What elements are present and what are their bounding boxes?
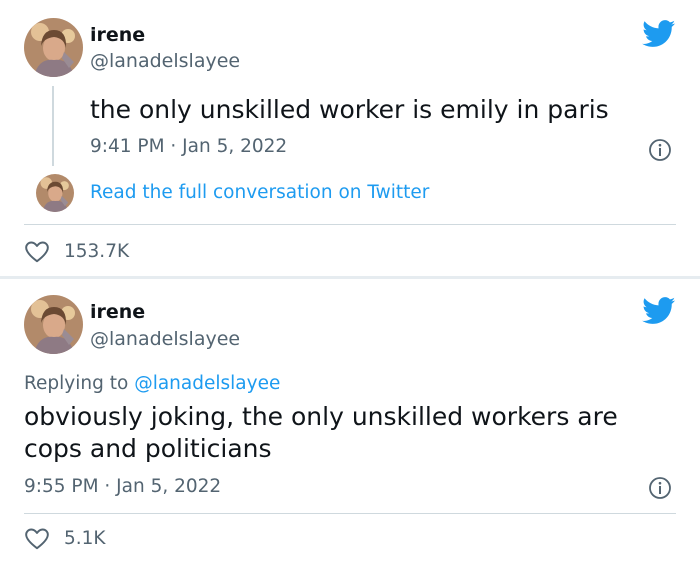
read-conversation-link[interactable]: Read the full conversation on Twitter [90,182,429,203]
author-handle[interactable]: @lanadelslayee [90,50,240,72]
replying-prefix: Replying to [24,373,129,394]
tweet-card: irene @lanadelslayee the only unskilled … [0,0,700,276]
author-name[interactable]: irene [90,24,145,46]
tweet-card: irene @lanadelslayee Replying to @lanade… [0,279,700,566]
twitter-bird-icon[interactable] [642,297,676,325]
twitter-bird-icon[interactable] [642,20,676,48]
heart-icon[interactable] [24,526,50,552]
tweet-timestamp[interactable]: 9:41 PM · Jan 5, 2022 [90,136,287,157]
info-icon[interactable] [648,138,672,162]
avatar[interactable] [24,295,83,354]
tweet-text-line-1: obviously joking, the only unskilled wor… [24,402,618,431]
mention-link[interactable]: @lanadelslayee [134,373,280,394]
author-name[interactable]: irene [90,301,145,323]
tweet-text-line-2: cops and politicians [24,434,272,463]
divider [24,513,676,514]
author-handle[interactable]: @lanadelslayee [90,328,240,350]
like-count[interactable]: 153.7K [64,241,129,262]
info-icon[interactable] [648,476,672,500]
divider [24,224,676,225]
heart-icon[interactable] [24,239,50,265]
thread-line [52,86,54,166]
tweet-text: the only unskilled worker is emily in pa… [90,95,609,124]
tweet-timestamp[interactable]: 9:55 PM · Jan 5, 2022 [24,476,221,497]
avatar[interactable] [24,18,83,77]
avatar[interactable] [36,174,74,212]
like-count[interactable]: 5.1K [64,528,106,549]
replying-to: Replying to @lanadelslayee [24,373,280,394]
